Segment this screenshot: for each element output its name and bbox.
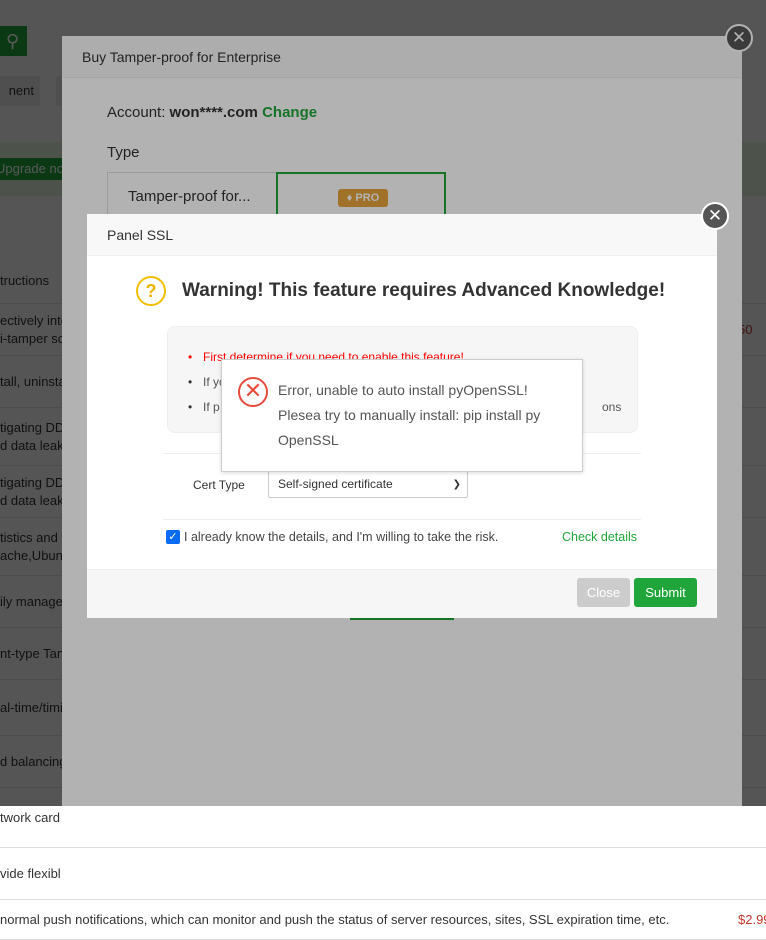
- row-description: vide flexibl: [0, 865, 61, 881]
- modal-footer: Close Submit: [87, 569, 717, 618]
- error-line: Plesea try to manually install: pip inst…: [278, 407, 541, 423]
- check-details-link[interactable]: Check details: [562, 530, 637, 544]
- agree-checkbox[interactable]: ✓: [166, 530, 180, 544]
- error-line: Error, unable to auto install pyOpenSSL!: [278, 382, 528, 398]
- close-icon[interactable]: ✕: [701, 202, 729, 230]
- error-x-icon: ✕: [238, 377, 268, 407]
- submit-button[interactable]: Submit: [634, 578, 697, 607]
- error-message: Error, unable to auto install pyOpenSSL!…: [278, 378, 573, 453]
- close-button[interactable]: Close: [577, 578, 630, 607]
- table-row: vide flexibl: [0, 848, 766, 900]
- panel-ssl-title: Panel SSL: [87, 214, 717, 256]
- chevron-down-icon: ❯: [452, 479, 461, 490]
- table-row: normal push notifications, which can mon…: [0, 900, 766, 940]
- divider: [163, 519, 641, 520]
- row-description: normal push notifications, which can mon…: [0, 911, 670, 927]
- tip-tail: ons: [602, 400, 622, 414]
- tip-text: If p: [203, 400, 220, 414]
- cert-type-value: Self-signed certificate: [278, 477, 393, 491]
- cert-type-select[interactable]: Self-signed certificate ❯: [268, 471, 468, 498]
- cert-type-label: Cert Type: [193, 478, 245, 492]
- agree-label: I already know the details, and I'm will…: [184, 530, 499, 544]
- warning-header: ? Warning! This feature requires Advance…: [136, 276, 665, 306]
- error-line: OpenSSL: [278, 432, 339, 448]
- row-price: $2.99: [738, 911, 766, 927]
- error-toast: ✕ Error, unable to auto install pyOpenSS…: [221, 359, 583, 472]
- warning-text: Warning! This feature requires Advanced …: [182, 280, 666, 301]
- question-icon: ?: [136, 276, 166, 306]
- row-description: twork card: [0, 809, 60, 825]
